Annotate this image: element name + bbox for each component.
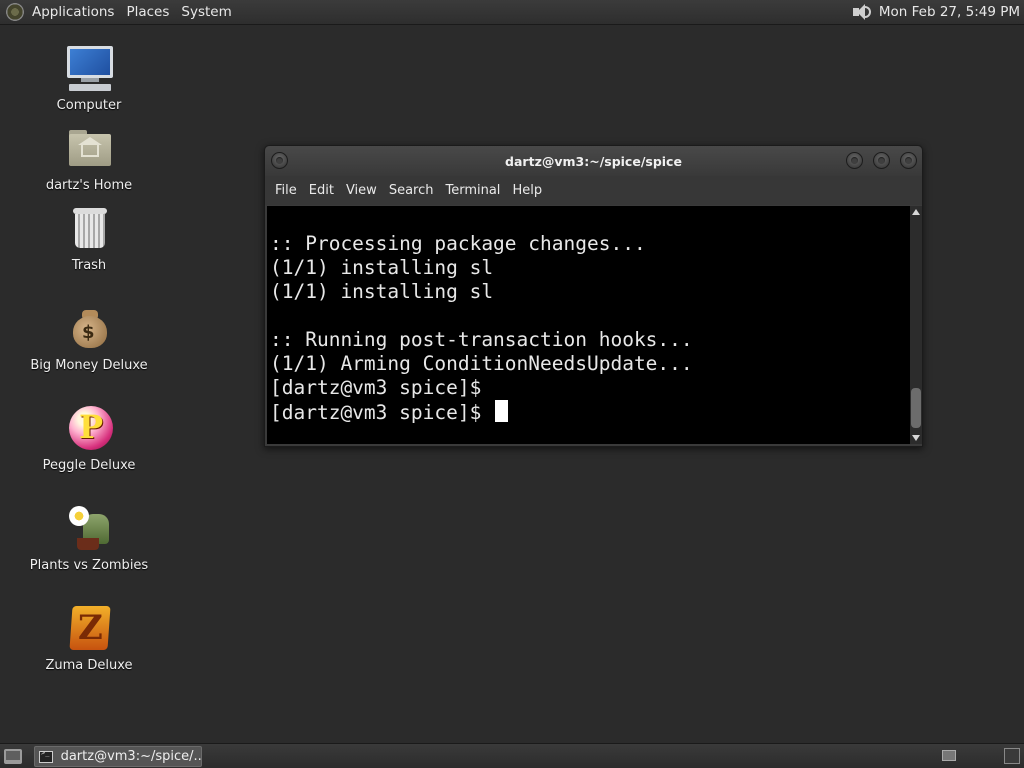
terminal-window[interactable]: dartz@vm3:~/spice/spice File Edit View S… [264, 145, 923, 447]
computer-icon [65, 44, 113, 92]
bottom-panel: dartz@vm3:~/spice/... [0, 743, 1024, 768]
top-panel: Applications Places System Mon Feb 27, 5… [0, 0, 1024, 25]
close-button[interactable] [900, 152, 917, 169]
desktop-icon-trash[interactable]: Trash [29, 204, 149, 273]
panel-tray: Mon Feb 27, 5:49 PM [851, 3, 1024, 21]
desktop-icon-label: Big Money Deluxe [30, 358, 148, 373]
menu-help[interactable]: Help [506, 183, 548, 198]
desktop-icon-computer[interactable]: Computer [29, 44, 149, 113]
top-menu: Applications Places System [0, 0, 238, 25]
desktop-icon-label: Computer [56, 98, 122, 113]
money-bag-icon: $ [65, 304, 113, 352]
maximize-button[interactable] [873, 152, 890, 169]
volume-icon[interactable] [851, 3, 873, 21]
taskbar-window-label: dartz@vm3:~/spice/... [60, 749, 201, 764]
menu-places[interactable]: Places [120, 0, 175, 25]
terminal-output[interactable]: :: Processing package changes... (1/1) in… [267, 206, 910, 444]
desktop-icon-label: Peggle Deluxe [42, 458, 136, 473]
terminal-menubar: File Edit View Search Terminal Help [265, 176, 922, 205]
terminal-line: (1/1) installing sl [270, 280, 494, 303]
scroll-up-icon[interactable] [912, 209, 920, 215]
menu-system[interactable]: System [175, 0, 237, 25]
desktop-icon-label: dartz's Home [45, 178, 133, 193]
terminal-icon [39, 749, 53, 763]
window-titlebar[interactable]: dartz@vm3:~/spice/spice [265, 146, 922, 176]
trash-icon [65, 204, 113, 252]
terminal-line: :: Processing package changes... [270, 232, 646, 255]
menu-view[interactable]: View [340, 183, 383, 198]
workspace-2-icon[interactable] [1004, 748, 1020, 764]
terminal-text: :: Processing package changes... (1/1) in… [270, 232, 693, 425]
desktop-icon-peggle[interactable]: P Peggle Deluxe [29, 404, 149, 473]
menu-edit[interactable]: Edit [303, 183, 340, 198]
scrollbar-thumb[interactable] [911, 388, 921, 428]
home-folder-icon [65, 124, 113, 172]
menu-terminal[interactable]: Terminal [439, 183, 506, 198]
terminal-line: (1/1) Arming ConditionNeedsUpdate... [270, 352, 693, 375]
minimize-button[interactable] [846, 152, 863, 169]
text-cursor [495, 400, 509, 422]
window-title: dartz@vm3:~/spice/spice [505, 153, 682, 169]
terminal-scrollbar[interactable] [910, 206, 922, 444]
plants-vs-zombies-icon [65, 504, 113, 552]
zuma-icon: Z [65, 604, 113, 652]
terminal-prompt-line: [dartz@vm3 spice]$ [270, 400, 693, 425]
workspace-1-icon[interactable] [942, 750, 956, 761]
distro-logo-icon[interactable] [6, 3, 24, 21]
taskbar-window-button[interactable]: dartz@vm3:~/spice/... [34, 746, 202, 767]
show-desktop-icon[interactable] [4, 749, 22, 764]
terminal-line: [dartz@vm3 spice]$ [270, 376, 482, 399]
scroll-down-icon[interactable] [912, 435, 920, 441]
desktop-icon-plants-vs-zombies[interactable]: Plants vs Zombies [29, 504, 149, 573]
desktop-icon-zuma[interactable]: Z Zuma Deluxe [29, 604, 149, 673]
menu-file[interactable]: File [269, 183, 303, 198]
terminal-prompt: [dartz@vm3 spice]$ [270, 401, 494, 424]
window-menu-button[interactable] [271, 152, 288, 169]
menu-search[interactable]: Search [383, 183, 440, 198]
desktop-icon-label: Trash [71, 258, 107, 273]
desktop-icon-home[interactable]: dartz's Home [29, 124, 149, 193]
menu-applications[interactable]: Applications [26, 0, 120, 25]
terminal-line: :: Running post-transaction hooks... [270, 328, 693, 351]
desktop-icon-label: Zuma Deluxe [45, 658, 133, 673]
desktop-icon-label: Plants vs Zombies [29, 558, 149, 573]
clock[interactable]: Mon Feb 27, 5:49 PM [879, 4, 1020, 20]
peggle-icon: P [65, 404, 113, 452]
desktop-icon-big-money[interactable]: $ Big Money Deluxe [29, 304, 149, 373]
terminal-line: (1/1) installing sl [270, 256, 494, 279]
